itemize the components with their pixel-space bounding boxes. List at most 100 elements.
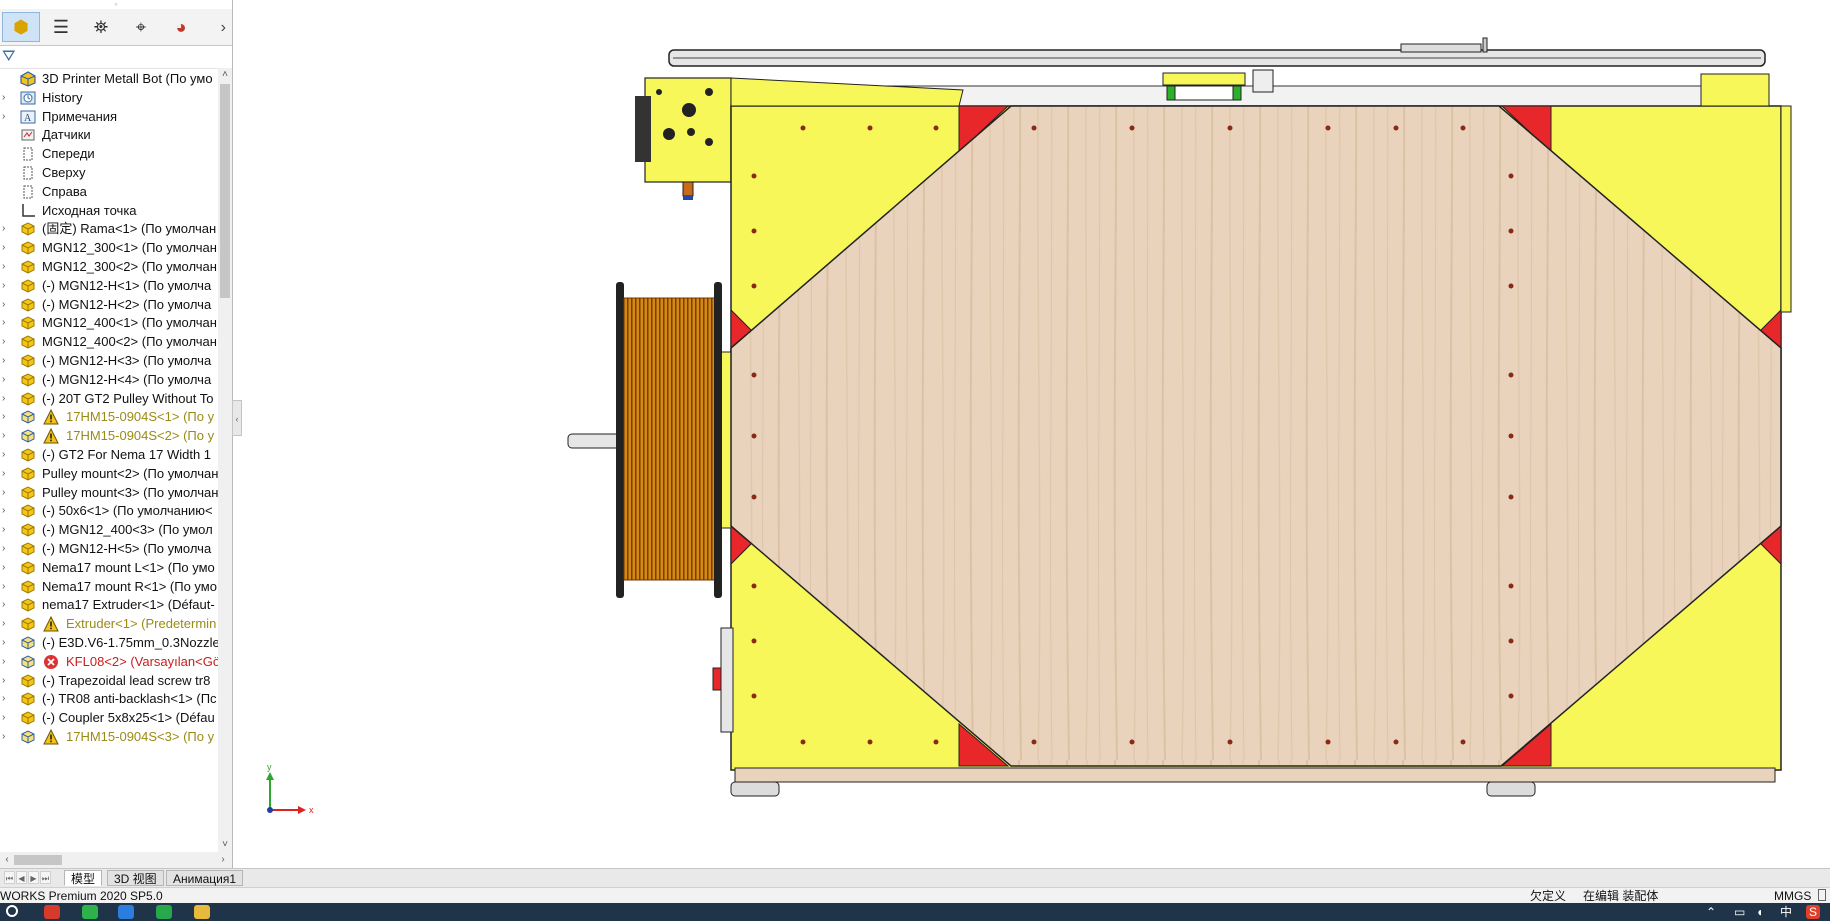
tray-chevron-icon[interactable]: ⌃ bbox=[1706, 903, 1716, 921]
filter-icon[interactable]: ⛛ bbox=[2, 48, 15, 66]
triad-y-arrow bbox=[266, 772, 274, 780]
messenger-taskbar-icon[interactable] bbox=[156, 905, 172, 919]
prev-tab-icon[interactable]: ◀ bbox=[16, 871, 27, 884]
power-switch-housing bbox=[720, 627, 734, 733]
warning-icon bbox=[43, 728, 59, 745]
plane-icon bbox=[19, 184, 37, 200]
screw-hole bbox=[751, 583, 757, 589]
first-tab-icon[interactable]: ⏮ bbox=[4, 871, 15, 884]
tab-animation[interactable]: Анимация1 bbox=[166, 870, 244, 886]
screw-hole bbox=[1227, 125, 1233, 131]
subassembly-icon bbox=[19, 353, 37, 369]
app-taskbar-icon[interactable] bbox=[44, 905, 60, 919]
display-manager-tab[interactable]: ◕ bbox=[162, 12, 200, 42]
foot-left bbox=[730, 781, 780, 797]
carriage-plate bbox=[1162, 72, 1246, 86]
screw-hole bbox=[1325, 125, 1331, 131]
tree-horizontal-scroll-thumb[interactable] bbox=[14, 855, 62, 865]
tabs-more-chevron-icon[interactable]: › bbox=[221, 19, 226, 37]
tab-model[interactable]: 模型 bbox=[64, 870, 103, 886]
property-manager-tab[interactable]: ☰ bbox=[42, 12, 80, 42]
spool-flange-right bbox=[714, 282, 722, 598]
rail-carriage bbox=[1400, 43, 1482, 53]
subassembly-icon bbox=[19, 278, 37, 294]
chat-taskbar-icon[interactable] bbox=[82, 905, 98, 919]
screw-hole bbox=[1508, 693, 1514, 699]
network-icon[interactable]: ▭ bbox=[1734, 903, 1745, 921]
frame-right-tab bbox=[1780, 105, 1792, 313]
tree-vertical-scroll-thumb[interactable] bbox=[220, 84, 230, 298]
next-tab-icon[interactable]: ▶ bbox=[28, 871, 39, 884]
last-tab-icon[interactable]: ⏭ bbox=[40, 871, 51, 884]
plane-icon bbox=[19, 146, 37, 162]
subassembly-icon bbox=[19, 560, 37, 576]
screw-hole bbox=[1129, 739, 1135, 745]
screw-hole bbox=[1129, 125, 1135, 131]
search-icon[interactable] bbox=[6, 905, 18, 917]
tree-item[interactable]: › 17HM15-0904S<3> (По у bbox=[0, 726, 218, 748]
screw-hole bbox=[1460, 125, 1466, 131]
screw-hole bbox=[1508, 494, 1514, 500]
screw-hole bbox=[1460, 739, 1466, 745]
status-units[interactable]: MMGS bbox=[1774, 888, 1811, 904]
scroll-down-arrow-icon[interactable]: ˅ bbox=[218, 838, 232, 852]
screw-hole bbox=[751, 494, 757, 500]
subassembly-icon bbox=[19, 485, 37, 501]
configuration-icon: ⛯ bbox=[93, 16, 109, 37]
extruder-hole bbox=[663, 128, 675, 140]
tree-filter-bar: ⛛ bbox=[0, 46, 232, 69]
plane-icon bbox=[19, 165, 37, 181]
volume-icon[interactable]: ◖ bbox=[1756, 903, 1763, 921]
frame-top-tab bbox=[730, 77, 964, 107]
scroll-left-arrow-icon[interactable]: ‹ bbox=[0, 852, 14, 868]
panel-grip[interactable]: ◦ bbox=[0, 0, 232, 9]
input-method-icon[interactable]: S bbox=[1806, 905, 1820, 919]
screw-hole bbox=[1508, 433, 1514, 439]
history-icon bbox=[19, 90, 37, 106]
feature-manager-tab[interactable]: ⬢ bbox=[2, 12, 40, 42]
tree-horizontal-scrollbar[interactable]: ‹ › bbox=[0, 852, 232, 868]
panel-collapse-splitter[interactable]: ‹ bbox=[232, 400, 242, 436]
status-definition: 欠定义 bbox=[1530, 889, 1567, 903]
model-drawing bbox=[567, 37, 1792, 797]
front-frame bbox=[720, 73, 1792, 771]
part-icon bbox=[19, 729, 37, 745]
hotend-tip bbox=[683, 196, 693, 200]
warning-icon bbox=[43, 409, 59, 425]
screw-hole bbox=[751, 173, 757, 179]
subassembly-icon bbox=[19, 240, 37, 256]
browser-taskbar-icon[interactable] bbox=[118, 905, 134, 919]
extruder-hole bbox=[656, 89, 662, 95]
scroll-up-arrow-icon[interactable]: ˄ bbox=[218, 68, 232, 82]
ime-indicator[interactable]: 中 bbox=[1780, 903, 1792, 921]
subassembly-icon bbox=[19, 597, 37, 613]
tree-vertical-scrollbar[interactable]: ˄ ˅ bbox=[218, 68, 232, 852]
subassembly-icon bbox=[19, 315, 37, 331]
triad-origin bbox=[267, 807, 273, 813]
screw-hole bbox=[800, 125, 806, 131]
power-switch bbox=[712, 667, 722, 691]
subassembly-icon bbox=[19, 579, 37, 595]
tab-3d-view[interactable]: 3D 视图 bbox=[107, 870, 164, 886]
subassembly-icon bbox=[19, 259, 37, 275]
subassembly-icon bbox=[19, 522, 37, 538]
configuration-manager-tab[interactable]: ⛯ bbox=[82, 12, 120, 42]
property-list-icon: ☰ bbox=[52, 16, 70, 37]
subassembly-icon bbox=[19, 673, 37, 689]
subassembly-icon bbox=[19, 503, 37, 519]
folder-taskbar-icon[interactable] bbox=[194, 905, 210, 919]
screw-hole bbox=[1031, 739, 1037, 745]
error-icon bbox=[43, 654, 59, 670]
graphics-viewport[interactable]: y x bbox=[243, 0, 1830, 868]
scroll-right-arrow-icon[interactable]: › bbox=[216, 852, 230, 868]
screw-hole bbox=[867, 739, 873, 745]
expand-chevron-icon[interactable]: › bbox=[2, 726, 12, 748]
rail-post bbox=[1482, 37, 1488, 53]
coordinate-triad: y x bbox=[266, 762, 314, 815]
warning-icon bbox=[43, 616, 59, 632]
extruder-assembly bbox=[635, 77, 732, 200]
extruder-hole bbox=[682, 103, 696, 117]
dimxpert-manager-tab[interactable]: ⌖ bbox=[122, 12, 160, 42]
screw-hole bbox=[751, 693, 757, 699]
extruder-hole bbox=[705, 138, 713, 146]
